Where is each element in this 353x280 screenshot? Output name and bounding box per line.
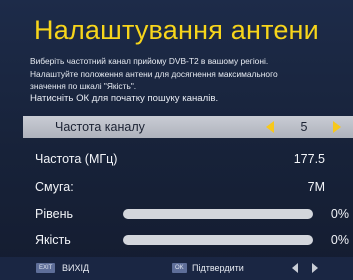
- page-title: Налаштування антени: [34, 15, 319, 45]
- frequency-row: Частота (МГц) 177.5: [25, 148, 353, 170]
- footer-bar: EXIT ВИХІД OK Підтвердити: [0, 257, 353, 280]
- ok-label: Підтвердити: [192, 263, 244, 273]
- frequency-value: 177.5: [293, 152, 325, 166]
- bandwidth-row: Смуга: 7M: [25, 176, 353, 198]
- channel-label: Частота каналу: [55, 120, 145, 134]
- exit-label: ВИХІД: [62, 263, 90, 273]
- quality-label: Якість: [35, 233, 71, 247]
- instruction-line-2: Налаштуйте положення антени для досягнен…: [30, 68, 278, 79]
- nav-right-icon: [312, 263, 318, 273]
- level-row: Рівень 0%: [25, 203, 353, 225]
- bandwidth-label: Смуга:: [35, 180, 74, 194]
- antenna-setup-screen: Налаштування антени Виберіть частотний к…: [0, 0, 353, 280]
- instructions: Виберіть частотний канал прийому DVB-T2 …: [30, 55, 340, 105]
- nav-left-icon: [292, 263, 298, 273]
- quality-row: Якість 0%: [25, 229, 353, 251]
- level-bar: [123, 209, 313, 219]
- quality-percent: 0%: [330, 233, 349, 247]
- channel-value: 5: [300, 120, 308, 134]
- level-label: Рівень: [35, 207, 73, 221]
- ok-key-badge[interactable]: OK: [172, 263, 187, 273]
- instruction-line-3: значення по шкалі "Якість".: [30, 81, 137, 91]
- level-percent: 0%: [330, 207, 349, 221]
- instruction-line-4: Натисніть ОК для початку пошуку каналів.: [30, 92, 219, 104]
- bandwidth-value: 7M: [307, 180, 325, 194]
- channel-row[interactable]: Частота каналу 5: [23, 116, 353, 138]
- exit-key-badge[interactable]: EXIT: [36, 263, 56, 273]
- arrow-left-icon[interactable]: [266, 121, 274, 133]
- arrow-right-icon[interactable]: [333, 121, 341, 133]
- quality-bar: [123, 235, 313, 245]
- frequency-label: Частота (МГц): [35, 152, 118, 166]
- instruction-line-1: Виберіть частотний канал прийому DVB-T2 …: [30, 56, 269, 66]
